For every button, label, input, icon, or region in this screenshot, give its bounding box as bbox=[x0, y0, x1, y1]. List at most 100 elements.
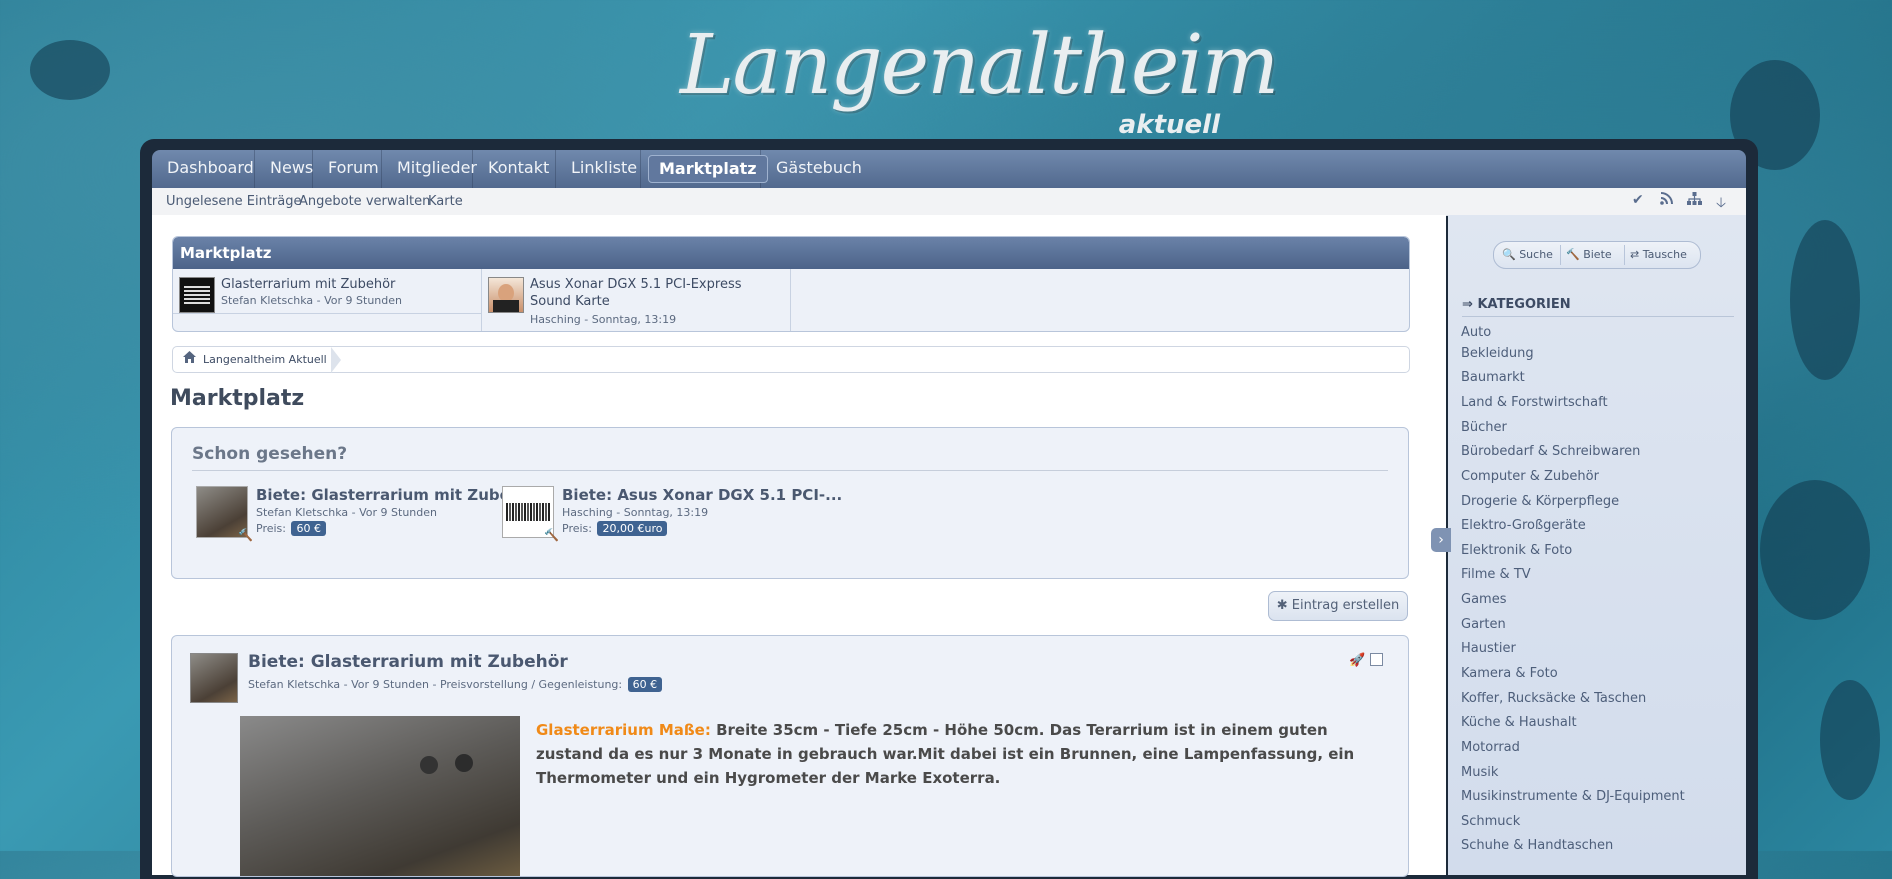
marketplace-entry: Biete: Glasterrarium mit Zubehör Stefan … bbox=[171, 635, 1409, 877]
arrow-down-icon[interactable]: 🡣 bbox=[1716, 192, 1726, 216]
asterisk-icon: ✱ bbox=[1276, 598, 1288, 613]
create-entry-label: Eintrag erstellen bbox=[1291, 598, 1400, 613]
category-link[interactable]: Schmuck bbox=[1461, 814, 1520, 829]
action-label: Suche bbox=[1519, 248, 1553, 261]
marketplace-actions: 🔍 Suche 🔨 Biete ⇄ Tausche bbox=[1493, 241, 1701, 269]
category-link[interactable]: Elektro-Großgeräte bbox=[1461, 518, 1586, 533]
entry-thumbnail[interactable] bbox=[190, 653, 238, 703]
category-link[interactable]: Games bbox=[1461, 592, 1506, 607]
item-title[interactable]: Biete: Asus Xonar DGX 5.1 PCI-... bbox=[562, 486, 842, 504]
tab-kontakt[interactable]: Kontakt bbox=[473, 150, 556, 188]
photo-detail bbox=[420, 756, 438, 774]
tab-label: News bbox=[270, 158, 314, 177]
already-seen-box: Schon gesehen? 🔨 Biete: Glasterrarium mi… bbox=[171, 427, 1409, 579]
item-meta: Stefan Kletschka - Vor 9 Stunden bbox=[256, 506, 438, 519]
main-navigation: Dashboard News Forum Mitglieder Kontakt … bbox=[152, 150, 1746, 188]
tab-label: Gästebuch bbox=[776, 158, 862, 177]
background-splatter bbox=[1760, 480, 1870, 620]
category-link[interactable]: Computer & Zubehör bbox=[1461, 469, 1599, 484]
category-link[interactable]: Auto bbox=[1461, 325, 1491, 340]
tab-label: Dashboard bbox=[167, 158, 254, 177]
entry-highlight: Glasterrarium Maße: bbox=[536, 721, 711, 739]
already-seen-title: Schon gesehen? bbox=[192, 444, 348, 464]
gavel-icon: 🔨 bbox=[1566, 248, 1580, 261]
subnav-unread-entries[interactable]: Ungelesene Einträge bbox=[166, 194, 301, 209]
price-label: Preis: bbox=[256, 522, 286, 535]
category-link[interactable]: Bekleidung bbox=[1461, 346, 1534, 361]
categories-heading: ⇒ KATEGORIEN bbox=[1462, 297, 1571, 312]
category-link[interactable]: Garten bbox=[1461, 617, 1506, 632]
entry-photo[interactable] bbox=[240, 716, 520, 876]
gavel-icon: 🔨 bbox=[544, 528, 559, 542]
tab-label: Kontakt bbox=[488, 158, 550, 177]
chevron-right-icon[interactable]: › bbox=[1431, 528, 1451, 552]
category-link[interactable]: Filme & TV bbox=[1461, 567, 1531, 582]
entry-meta-text: Stefan Kletschka - Vor 9 Stunden - Preis… bbox=[248, 678, 623, 691]
category-link[interactable]: Elektronik & Foto bbox=[1461, 543, 1572, 558]
category-link[interactable]: Drogerie & Körperpflege bbox=[1461, 494, 1619, 509]
breadcrumb-home-link[interactable]: Langenaltheim Aktuell bbox=[203, 353, 327, 366]
tab-gaestebuch[interactable]: Gästebuch bbox=[761, 150, 862, 188]
marketplace-widget-title: Marktplatz bbox=[173, 237, 1409, 269]
marketplace-widget-item[interactable]: Glasterrarium mit Zubehör Stefan Kletsch… bbox=[173, 269, 482, 314]
action-label: Tausche bbox=[1642, 248, 1687, 261]
page-title: Marktplatz bbox=[170, 386, 305, 411]
category-link[interactable]: Kamera & Foto bbox=[1461, 666, 1558, 681]
background-splatter bbox=[30, 40, 110, 100]
item-title[interactable]: Asus Xonar DGX 5.1 PCI-Express Sound Kar… bbox=[530, 276, 780, 310]
marketplace-widget-item[interactable]: Asus Xonar DGX 5.1 PCI-Express Sound Kar… bbox=[481, 269, 791, 331]
divider bbox=[192, 470, 1388, 471]
action-swap[interactable]: ⇄ Tausche bbox=[1630, 242, 1687, 268]
check-icon[interactable]: ✔ bbox=[1632, 192, 1644, 208]
rss-icon[interactable] bbox=[1660, 192, 1673, 208]
marketplace-widget: Marktplatz Glasterrarium mit Zubehör Ste… bbox=[172, 236, 1410, 332]
site-logo[interactable]: Langenaltheim aktuell bbox=[640, 12, 1279, 152]
action-label: Biete bbox=[1583, 248, 1612, 261]
category-link[interactable]: Koffer, Rucksäcke & Taschen bbox=[1461, 691, 1646, 706]
category-link[interactable]: Haustier bbox=[1461, 641, 1516, 656]
background-splatter bbox=[1790, 220, 1860, 380]
category-link[interactable]: Küche & Haushalt bbox=[1461, 715, 1577, 730]
subnav-manage-offers[interactable]: Angebote verwalten bbox=[299, 194, 430, 209]
action-search[interactable]: 🔍 Suche bbox=[1502, 242, 1553, 268]
item-meta: Hasching - Sonntag, 13:19 bbox=[562, 506, 709, 519]
tab-label: Mitglieder bbox=[397, 158, 477, 177]
item-price: Preis: 60 € bbox=[256, 521, 326, 536]
action-offer[interactable]: 🔨 Biete bbox=[1566, 242, 1612, 268]
item-title[interactable]: Glasterrarium mit Zubehör bbox=[221, 276, 471, 293]
category-link[interactable]: Baumarkt bbox=[1461, 370, 1525, 385]
item-thumbnail bbox=[179, 277, 215, 313]
gavel-icon: 🔨 bbox=[238, 528, 253, 542]
background-splatter bbox=[1820, 680, 1880, 800]
divider bbox=[1624, 245, 1625, 265]
tab-linkliste[interactable]: Linkliste bbox=[556, 150, 641, 188]
price-badge: 60 € bbox=[291, 521, 326, 536]
category-link[interactable]: Bürobedarf & Schreibwaren bbox=[1461, 444, 1640, 459]
subnav-map[interactable]: Karte bbox=[428, 194, 463, 209]
divider bbox=[1462, 316, 1734, 317]
tab-news[interactable]: News bbox=[255, 150, 313, 188]
category-link[interactable]: Bücher bbox=[1461, 420, 1507, 435]
item-meta: Stefan Kletschka - Vor 9 Stunden bbox=[221, 294, 403, 307]
tab-label: Forum bbox=[328, 158, 379, 177]
tab-dashboard[interactable]: Dashboard bbox=[152, 150, 255, 188]
select-checkbox[interactable] bbox=[1370, 653, 1383, 666]
price-badge: 20,00 €uro bbox=[597, 521, 668, 536]
rocket-icon[interactable]: 🚀 bbox=[1349, 653, 1365, 668]
tab-marktplatz[interactable]: Marktplatz bbox=[641, 150, 768, 188]
home-icon[interactable] bbox=[183, 351, 196, 367]
category-link[interactable]: Motorrad bbox=[1461, 740, 1520, 755]
item-price: Preis: 20,00 €uro bbox=[562, 521, 668, 536]
category-link[interactable]: Musikinstrumente & DJ-Equipment bbox=[1461, 789, 1685, 804]
sub-navigation: Ungelesene Einträge Angebote verwalten K… bbox=[152, 188, 1746, 216]
create-entry-button[interactable]: ✱ Eintrag erstellen bbox=[1268, 591, 1408, 621]
category-link[interactable]: Land & Forstwirtschaft bbox=[1461, 395, 1608, 410]
category-link[interactable]: Musik bbox=[1461, 765, 1498, 780]
sitemap-icon[interactable] bbox=[1687, 192, 1702, 208]
item-title[interactable]: Biete: Glasterrarium mit Zubehör bbox=[256, 486, 538, 504]
breadcrumb-separator bbox=[331, 347, 341, 373]
tab-forum[interactable]: Forum bbox=[313, 150, 382, 188]
entry-title[interactable]: Biete: Glasterrarium mit Zubehör bbox=[248, 652, 568, 672]
tab-mitglieder[interactable]: Mitglieder bbox=[382, 150, 477, 188]
arrow-right-icon: ⇒ bbox=[1462, 297, 1473, 312]
